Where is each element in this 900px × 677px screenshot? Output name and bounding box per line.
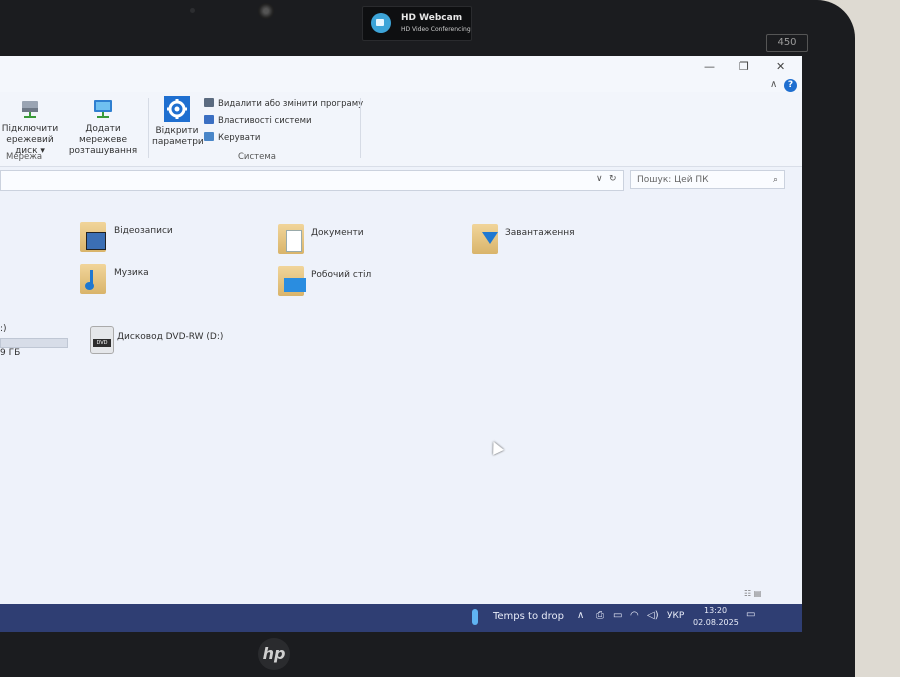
search-icon: ⌕ (772, 175, 778, 185)
drive-c-label[interactable]: :) (0, 324, 7, 334)
drive-c-usage-bar (0, 338, 68, 348)
ribbon-separator (360, 98, 361, 158)
clock-date[interactable]: 02.08.2025 (693, 618, 739, 627)
folder-documents[interactable]: Документи (311, 228, 364, 238)
chevron-up-icon[interactable]: ∧ (577, 610, 584, 621)
help-button[interactable]: ? (784, 79, 797, 92)
add-network-location-button[interactable]: Додати мережеве розташування (62, 98, 144, 157)
screen: — ❐ ✕ ∧ ? Підключити ережевий диск ▾ Дод… (0, 56, 802, 632)
taskbar: Temps to drop ∧ ⎙ ▭ ◠ ◁) УКР 13:20 02.08… (0, 604, 802, 632)
wifi-icon[interactable]: ◠ (630, 610, 639, 621)
map-network-drive-label-1: Підключити (1, 124, 59, 134)
music-folder-icon[interactable] (80, 264, 106, 294)
dvd-drive-label[interactable]: Дисковод DVD-RW (D:) (117, 332, 223, 342)
add-network-location-label-2: розташування (68, 146, 138, 156)
open-settings-button[interactable]: Відкрити параметри (152, 96, 204, 148)
window-titlebar: — ❐ ✕ ∧ ? (0, 56, 802, 92)
ribbon-separator (148, 98, 149, 158)
add-network-location-label-1: Додати мережеве (78, 124, 128, 145)
system-group-label: Система (238, 152, 276, 162)
folder-videos[interactable]: Відеозаписи (114, 226, 173, 236)
map-network-drive-button[interactable]: Підключити ережевий диск ▾ (0, 98, 62, 157)
dvd-icon-text: DVD (93, 339, 111, 347)
search-placeholder: Пошук: Цей ПК (637, 175, 709, 185)
maximize-button[interactable]: ❐ (739, 60, 749, 73)
webcam-badge-subtitle: HD Video Conferencing (401, 26, 471, 33)
minimize-button[interactable]: — (704, 60, 715, 73)
weather-widget[interactable]: Temps to drop (493, 611, 564, 622)
volume-icon[interactable]: ◁) (647, 610, 659, 621)
address-bar[interactable] (0, 170, 624, 191)
videos-folder-icon[interactable] (80, 222, 106, 252)
network-group-label: Мережа (6, 152, 43, 162)
documents-folder-icon[interactable] (278, 224, 304, 254)
model-label: 450 (766, 34, 808, 52)
folder-music[interactable]: Музика (114, 268, 149, 278)
uninstall-program-button[interactable]: Видалити або змінити програму (204, 98, 363, 109)
open-settings-label-2: параметри (152, 137, 204, 147)
uninstall-program-label: Видалити або змінити програму (218, 99, 364, 109)
file-view: Відеозаписи Документи Завантаження Музик… (0, 196, 802, 606)
language-indicator[interactable]: УКР (667, 611, 684, 621)
webcam-badge: HD Webcam HD Video Conferencing (362, 6, 472, 41)
downloads-folder-icon[interactable] (472, 224, 498, 254)
close-button[interactable]: ✕ (776, 60, 785, 73)
webcam-lens (258, 3, 274, 19)
network-location-icon (94, 100, 112, 118)
network-drive-icon (22, 101, 38, 118)
ambient-sensor (190, 8, 195, 13)
folder-downloads[interactable]: Завантаження (505, 228, 575, 238)
gear-icon (164, 96, 190, 122)
manage-icon (204, 132, 214, 141)
usb-icon[interactable]: ⎙ (596, 610, 604, 621)
webcam-logo-icon (371, 13, 391, 33)
ribbon: Підключити ережевий диск ▾ Додати мереже… (0, 92, 802, 167)
battery-icon[interactable]: ▭ (613, 610, 622, 621)
desktop-folder-icon[interactable] (278, 266, 306, 296)
manage-button[interactable]: Керувати (204, 132, 260, 143)
uninstall-icon (204, 98, 214, 107)
system-properties-label: Властивості системи (218, 116, 312, 126)
system-properties-button[interactable]: Властивості системи (204, 115, 312, 126)
hp-logo: hp (258, 638, 290, 670)
notification-icon[interactable]: ▭ (746, 609, 755, 620)
drive-c-size: 9 ГБ (0, 348, 21, 358)
clock-time[interactable]: 13:20 (704, 606, 727, 615)
collapse-ribbon-icon[interactable]: ∧ (770, 79, 777, 90)
laptop-bezel: HD Webcam HD Video Conferencing 450 hp —… (0, 0, 855, 677)
refresh-icon[interactable]: ↻ (609, 174, 617, 184)
folder-desktop[interactable]: Робочий стіл (311, 270, 371, 280)
manage-label: Керувати (218, 133, 261, 143)
open-settings-label-1: Відкрити (155, 126, 199, 136)
dvd-drive-icon[interactable]: DVD (90, 326, 114, 354)
search-input[interactable]: Пошук: Цей ПК ⌕ (630, 170, 785, 189)
view-mode-icons[interactable]: ☷ ▤ (744, 589, 761, 598)
webcam-badge-title: HD Webcam (401, 13, 463, 23)
system-properties-icon (204, 115, 214, 124)
thermometer-icon (472, 609, 478, 625)
address-dropdown-icon[interactable]: ∨ (596, 174, 603, 184)
